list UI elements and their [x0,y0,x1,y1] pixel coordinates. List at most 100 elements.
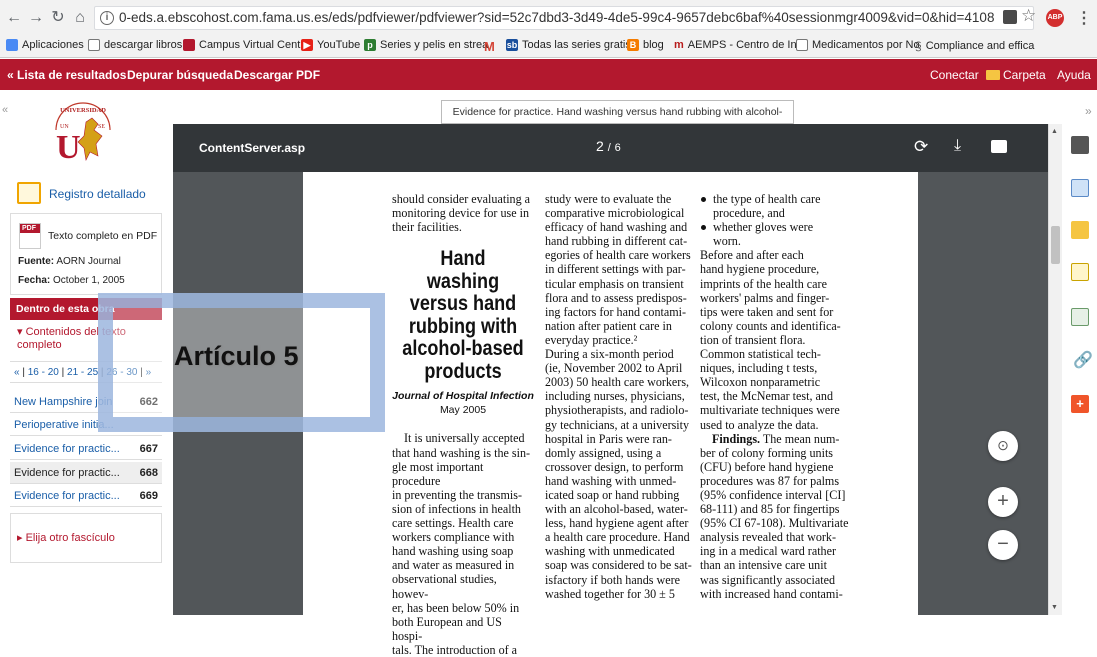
campus-icon [183,39,195,51]
other-issue-link[interactable]: ▸ Elija otro fascículo [17,531,115,544]
scroll-down-icon[interactable]: ▼ [1051,604,1058,611]
text-line: should consider evaluating a [392,192,531,206]
text-line: workers' palms and finger- [700,290,830,305]
ebsco-toolbar: « Lista de resultados Depurar búsqueda D… [0,59,1097,90]
page-separator: / [607,142,611,154]
text-line: niques, including t tests, [700,361,818,376]
text-line: multivariate techniques were [700,403,840,418]
text-line: (CFU) before hand hygiene [700,459,834,474]
bookmark-compliance[interactable]: § Compliance and effica [915,39,1034,53]
title-line: Hand washing [426,247,500,293]
export-tool-icon[interactable] [1071,308,1089,326]
bookmark-campus[interactable]: Campus Virtual Centr [183,39,304,51]
results-link[interactable]: « Lista de resultados [7,68,126,82]
scroll-thumb[interactable] [1051,226,1060,264]
info-icon[interactable]: i [100,11,114,25]
pager-prev[interactable]: « [14,367,20,378]
print-icon[interactable] [991,140,1007,153]
print-tool-icon[interactable] [1071,136,1089,154]
download-icon[interactable]: ⤓ [954,137,961,155]
translate-icon[interactable] [1003,10,1017,24]
zoom-out-button[interactable]: − [988,530,1018,560]
address-bar[interactable]: i 0-eds.a.ebscohost.com.fama.us.es/eds/pd… [94,6,1034,30]
pdf-icon[interactable]: PDF [19,223,41,249]
bookmark-youtube[interactable]: ▶ YouTube [301,39,360,51]
text-line: less, hand hygiene agent after [545,516,689,531]
folder-link[interactable]: Carpeta [1003,68,1046,82]
forward-icon[interactable]: → [26,8,46,28]
page-indicator: 2 / 6 [596,138,621,154]
refine-link[interactable]: Depurar búsqueda [127,68,233,82]
bookmark-apps[interactable]: Aplicaciones [6,39,84,51]
pager-range-1[interactable]: 16 - 20 [28,367,59,378]
text-line: their facilities. [392,220,462,235]
bookmark-blog[interactable]: Bblog [627,39,664,51]
text-line: hand rubbing in different cat- [545,234,688,249]
share-add-icon[interactable]: + [1071,395,1089,413]
home-icon[interactable]: ⌂ [70,8,90,28]
text-line: er, has been below 50% in [392,600,520,615]
list-item-active[interactable]: Evidence for practic... 668 [10,462,162,484]
url-text: 0-eds.a.ebscohost.com.fama.us.es/eds/pdf… [119,10,995,25]
bookmark-libros[interactable]: descargar libros [88,39,182,51]
bookmark-todas-series[interactable]: sb Todas las series gratis [506,39,631,51]
article-title: Hand washing versus hand rubbing with alcoh… [392,248,534,383]
email-tool-icon[interactable] [1071,179,1089,197]
youtube-icon: ▶ [301,39,313,51]
text-line: both European and US hospi- [392,614,502,643]
text-line: domly assigned, using a [545,445,662,460]
text-line: hand washing with unmed- [545,473,677,488]
text-column-1: should consider evaluating a monitoring d… [392,192,534,657]
article-page: 667 [139,443,158,455]
text-line: gy technicians, at a university [545,417,690,432]
collapse-right-icon[interactable]: » [1085,104,1092,118]
source-value: AORN Journal [56,256,121,267]
text-line: worn. [713,234,741,249]
detailed-record-link[interactable]: Registro detallado [49,187,146,201]
blogger-icon: B [627,39,639,51]
bookmark-medicamentos[interactable]: Medicamentos por No [796,39,920,51]
reload-icon[interactable]: ↻ [48,8,68,28]
title-line: alcohol-based [402,337,524,361]
list-item[interactable]: Evidence for practic... 669 [10,485,162,507]
text-line: Common statistical tech- [700,347,821,362]
permalink-icon[interactable]: 🔗 [1073,350,1093,370]
menu-kebab-icon[interactable]: ⋮ [1076,8,1092,28]
text-line: physiotherapists, and radiolo- [545,403,689,418]
bullet-item: whether gloves were worn. [700,220,850,248]
text-line: ticular emphasis on transient [545,276,684,291]
pager-range-2[interactable]: 21 - 25 [67,367,98,378]
scroll-up-icon[interactable]: ▲ [1051,128,1058,135]
page-total: 6 [614,142,621,154]
star-icon[interactable]: ☆ [1021,6,1036,26]
findings-label: Findings. [712,431,761,446]
fit-page-icon[interactable]: ⊙ [988,431,1018,461]
text-line: used to analyze the data. [700,417,819,432]
bookmark-gmail[interactable]: M [484,39,495,54]
list-item[interactable]: Evidence for practic... 667 [10,438,162,460]
rotate-icon[interactable]: ⟳ [914,137,928,157]
article-title: Evidence for practic... [14,467,120,479]
text-line: Wilcoxon nonparametric [700,375,821,390]
text-line: comparative microbiological [545,206,685,221]
download-pdf-link[interactable]: Descargar PDF [234,68,320,82]
save-tool-icon[interactable] [1071,221,1089,239]
text-line: It is universally accepted [404,431,525,446]
adblock-icon[interactable]: ABP [1046,9,1064,27]
fulltext-pdf-link[interactable]: Texto completo en PDF [48,230,157,242]
collapse-left-icon[interactable]: « [2,104,8,116]
text-line: was significantly associated [700,572,836,587]
text-line: nation after patient care in [545,318,672,333]
text-line: the type of health care [713,192,821,206]
back-icon[interactable]: ← [4,8,24,28]
zoom-in-button[interactable]: + [988,487,1018,517]
svg-text:UNIVERSIDAD: UNIVERSIDAD [60,107,106,114]
scrollbar[interactable]: ▲ ▼ [1048,124,1062,615]
text-line: test, the McNemar test, and [700,389,833,404]
cite-tool-icon[interactable] [1071,263,1089,281]
bookmark-series[interactable]: p Series y pelis en strea [364,39,488,51]
bookmark-aemps[interactable]: m AEMPS - Centro de In [674,39,797,51]
connect-link[interactable]: Conectar [930,68,979,82]
help-link[interactable]: Ayuda [1057,68,1091,82]
pdf-toolbar: ContentServer.asp 2 / 6 ⟳ ⤓ [173,124,1060,172]
